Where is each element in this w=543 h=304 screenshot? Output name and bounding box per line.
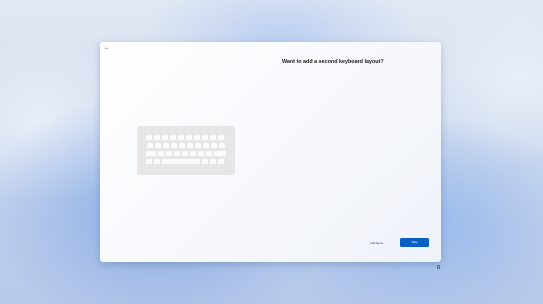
skip-button[interactable]: Skip xyxy=(400,238,429,247)
page-title: Want to add a second keyboard layout? xyxy=(282,59,384,65)
add-layout-button[interactable]: Add layout xyxy=(370,241,383,245)
back-arrow-icon[interactable]: ← xyxy=(103,44,111,52)
keyboard-row xyxy=(146,159,224,164)
keyboard-row xyxy=(146,151,226,156)
accessibility-icon[interactable] xyxy=(437,265,440,269)
keyboard-row xyxy=(146,135,224,140)
keyboard-row xyxy=(147,143,225,148)
oobe-dialog: ← Want to add a second keyboard layout? … xyxy=(100,42,441,262)
keyboard-illustration-icon xyxy=(137,126,235,175)
